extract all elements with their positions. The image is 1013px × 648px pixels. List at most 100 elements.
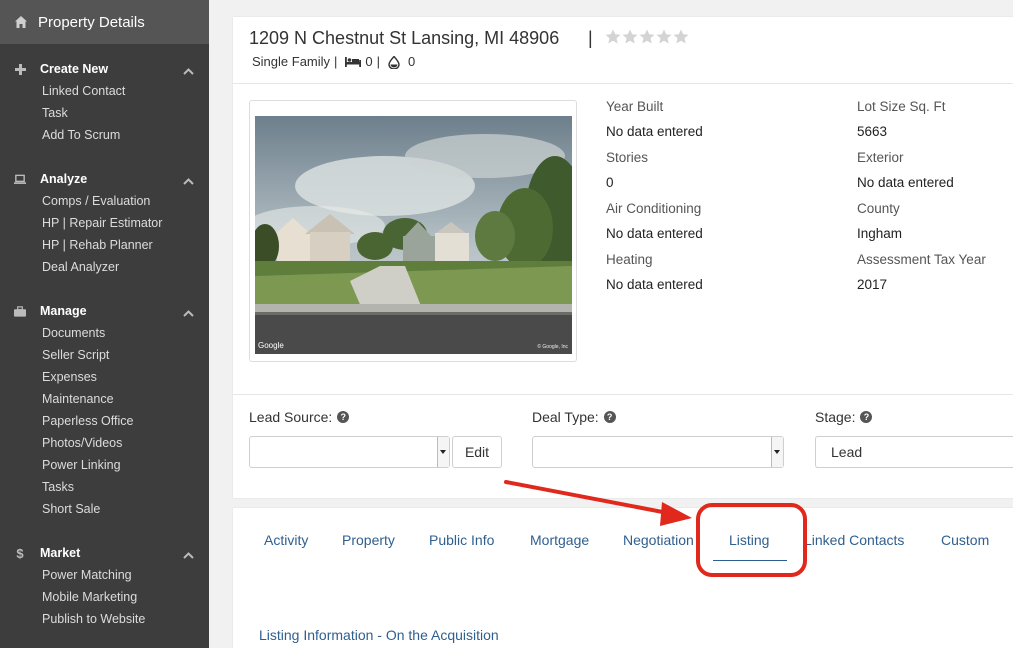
sidebar-section-analyze: Analyze Comps / Evaluation HP | Repair E… [0,168,209,278]
field-value-year-built: No data entered [606,124,703,139]
star-icon[interactable] [605,29,621,44]
star-icon[interactable] [622,29,638,44]
sidebar-section-create-new: Create New Linked Contact Task Add To Sc… [0,58,209,146]
sidebar-item-tasks[interactable]: Tasks [0,476,209,498]
field-value-heating: No data entered [606,277,703,292]
deal-type-select[interactable] [532,436,784,468]
field-label-exterior: Exterior [857,150,904,165]
sidebar-item-mobile-marketing[interactable]: Mobile Marketing [0,586,209,608]
stage-label: Stage: ? [815,409,873,425]
sidebar-item-power-matching[interactable]: Power Matching [0,564,209,586]
photo-copyright: © Google, Inc [537,344,568,350]
deal-type-label: Deal Type: ? [532,409,616,425]
field-label-stories: Stories [606,150,649,165]
property-address: 1209 N Chestnut St Lansing, MI 48906 [249,28,560,48]
water-drop-icon [388,55,404,69]
rating-stars[interactable] [605,29,689,44]
stage-select[interactable]: Lead [815,436,1013,468]
sidebar-section-manage: Manage Documents Seller Script Expenses … [0,300,209,520]
lead-source-edit-button[interactable]: Edit [452,436,502,468]
tab-negotiation[interactable]: Negotiation [623,532,694,548]
tab-public-info[interactable]: Public Info [429,532,494,548]
photo-watermark-google: Google [258,341,284,350]
home-icon [14,15,28,29]
sidebar-section-market: $ Market Power Matching Mobile Marketing… [0,542,209,630]
field-value-county: Ingham [857,226,903,241]
help-icon[interactable]: ? [337,411,350,423]
dropdown-caret-icon[interactable] [437,437,449,467]
field-label-heating: Heating [606,252,653,267]
sidebar-section-title[interactable]: Manage [0,300,209,322]
property-type: Single Family [252,54,331,69]
star-icon[interactable] [656,29,672,44]
property-meta: Single Family | 0 | 0 [252,54,415,69]
property-photo-frame[interactable]: Google © Google, Inc [249,100,577,362]
divider [233,83,1013,84]
sidebar-item-repair-estimator[interactable]: HP | Repair Estimator [0,212,209,234]
sidebar-item-short-sale[interactable]: Short Sale [0,498,209,520]
sidebar: Property Details Create New Linked Conta… [0,0,209,648]
sidebar-item-paperless-office[interactable]: Paperless Office [0,410,209,432]
sidebar-section-title[interactable]: Analyze [0,168,209,190]
field-value-stories: 0 [606,175,614,190]
tab-linked-contacts[interactable]: Linked Contacts [804,532,904,548]
field-value-air-conditioning: No data entered [606,226,703,241]
sidebar-header[interactable]: Property Details [0,0,209,44]
dropdown-caret-icon[interactable] [771,437,783,467]
star-icon[interactable] [639,29,655,44]
bath-count: 0 [408,54,416,69]
sidebar-item-maintenance[interactable]: Maintenance [0,388,209,410]
sidebar-item-power-linking[interactable]: Power Linking [0,454,209,476]
lead-source-label: Lead Source: ? [249,409,350,425]
divider [233,394,1013,395]
laptop-icon [14,173,26,185]
tab-activity[interactable]: Activity [264,532,308,548]
active-tab-indicator [713,560,787,561]
tab-listing[interactable]: Listing [729,532,769,548]
sidebar-title: Property Details [38,13,145,31]
field-value-exterior: No data entered [857,175,954,190]
chevron-up-icon[interactable] [183,174,194,185]
field-label-assessment-tax-year: Assessment Tax Year [857,252,986,267]
plus-icon [14,63,26,75]
sidebar-item-rehab-planner[interactable]: HP | Rehab Planner [0,234,209,256]
sidebar-item-documents[interactable]: Documents [0,322,209,344]
field-value-lot-size: 5663 [857,124,888,139]
title-separator: | [588,28,593,48]
sidebar-item-seller-script[interactable]: Seller Script [0,344,209,366]
field-label-lot-size: Lot Size Sq. Ft [857,99,946,114]
chevron-up-icon[interactable] [183,306,194,317]
bed-icon [345,56,362,68]
help-icon[interactable]: ? [860,411,873,423]
property-card: 1209 N Chestnut St Lansing, MI 48906 | S… [233,17,1013,498]
sidebar-item-deal-analyzer[interactable]: Deal Analyzer [0,256,209,278]
meta-separator: | [376,54,381,69]
property-street-view-photo[interactable] [255,116,572,354]
listing-information-link[interactable]: Listing Information - On the Acquisition [259,627,499,643]
dollar-icon: $ [16,545,24,561]
help-icon[interactable]: ? [603,411,616,423]
field-label-year-built: Year Built [606,99,664,114]
sidebar-section-title[interactable]: $ Market [0,542,209,564]
sidebar-item-task[interactable]: Task [0,102,209,124]
sidebar-item-expenses[interactable]: Expenses [0,366,209,388]
tab-custom[interactable]: Custom [941,532,989,548]
bed-count: 0 [365,54,373,69]
field-label-county: County [857,201,900,216]
meta-separator: | [334,54,338,69]
field-label-air-conditioning: Air Conditioning [606,201,702,216]
sidebar-item-photos-videos[interactable]: Photos/Videos [0,432,209,454]
chevron-up-icon[interactable] [183,548,194,559]
field-value-assessment-tax-year: 2017 [857,277,888,292]
sidebar-section-title[interactable]: Create New [0,58,209,80]
tab-mortgage[interactable]: Mortgage [530,532,589,548]
tab-property[interactable]: Property [342,532,395,548]
sidebar-item-linked-contact[interactable]: Linked Contact [0,80,209,102]
chevron-up-icon[interactable] [183,64,194,75]
lead-source-select[interactable] [249,436,450,468]
star-icon[interactable] [673,29,689,44]
briefcase-icon [14,305,26,317]
sidebar-item-comps-evaluation[interactable]: Comps / Evaluation [0,190,209,212]
sidebar-item-publish-to-website[interactable]: Publish to Website [0,608,209,630]
sidebar-item-add-to-scrum[interactable]: Add To Scrum [0,124,209,146]
